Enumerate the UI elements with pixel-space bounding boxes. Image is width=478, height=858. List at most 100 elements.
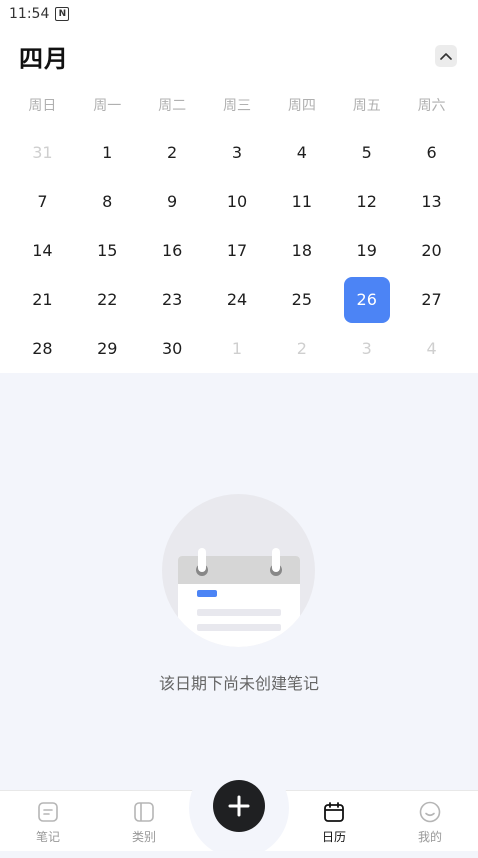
day-number: 12 bbox=[356, 192, 377, 211]
day-number: 20 bbox=[421, 241, 442, 260]
calendar-day[interactable]: 4 bbox=[269, 128, 334, 177]
day-number: 11 bbox=[291, 192, 313, 211]
calendar-day[interactable]: 6 bbox=[399, 128, 464, 177]
calendar-day[interactable]: 2 bbox=[269, 324, 334, 373]
day-number: 10 bbox=[226, 192, 248, 211]
calendar-day[interactable]: 18 bbox=[269, 226, 334, 275]
day-number: 24 bbox=[226, 290, 248, 309]
collapse-calendar-button[interactable] bbox=[435, 45, 457, 67]
calendar-day[interactable]: 20 bbox=[399, 226, 464, 275]
plus-icon bbox=[228, 795, 250, 817]
tab-profile[interactable]: 我的 bbox=[382, 791, 478, 851]
empty-state-text: 该日期下尚未创建笔记 bbox=[158, 674, 319, 693]
day-number: 22 bbox=[97, 290, 118, 309]
empty-calendar-illustration bbox=[162, 494, 315, 647]
tab-label: 日历 bbox=[321, 830, 346, 844]
day-number: 3 bbox=[361, 339, 372, 358]
status-time: 11:54 bbox=[9, 6, 50, 22]
calendar-day[interactable]: 29 bbox=[75, 324, 140, 373]
day-number: 17 bbox=[226, 241, 248, 260]
day-number: 9 bbox=[167, 192, 178, 211]
tab-label: 笔记 bbox=[35, 830, 60, 844]
calendar-day[interactable]: 17 bbox=[205, 226, 270, 275]
day-number: 28 bbox=[32, 339, 53, 358]
profile-icon bbox=[419, 801, 441, 823]
day-number: 2 bbox=[167, 143, 178, 162]
day-number: 19 bbox=[356, 241, 377, 260]
tab-label: 类别 bbox=[131, 830, 156, 844]
note-icon bbox=[38, 802, 58, 822]
weekday-header: 周日 周一 周二 周三 周四 周五 周六 bbox=[10, 95, 464, 119]
tab-notes[interactable]: 笔记 bbox=[0, 791, 96, 851]
calendar-day-selected[interactable]: 26 bbox=[334, 275, 399, 324]
day-number: 4 bbox=[296, 143, 307, 162]
calendar-day[interactable]: 25 bbox=[269, 275, 334, 324]
day-number: 7 bbox=[37, 192, 48, 211]
calendar-day[interactable]: 21 bbox=[10, 275, 75, 324]
calendar-day[interactable]: 30 bbox=[140, 324, 205, 373]
calendar-day[interactable]: 8 bbox=[75, 177, 140, 226]
day-number: 2 bbox=[296, 339, 307, 358]
calendar-day[interactable]: 15 bbox=[75, 226, 140, 275]
calendar-day[interactable]: 7 bbox=[10, 177, 75, 226]
day-number: 6 bbox=[426, 143, 437, 162]
calendar-day[interactable]: 16 bbox=[140, 226, 205, 275]
tab-label: 我的 bbox=[417, 830, 442, 844]
calendar-day[interactable]: 5 bbox=[334, 128, 399, 177]
add-note-button[interactable] bbox=[213, 780, 265, 832]
calendar-grid: 31 1 2 3 4 5 6 7 8 9 10 11 12 13 14 15 16 17 18 19 20 21 22 23 2… bbox=[10, 128, 464, 373]
day-number: 31 bbox=[32, 143, 53, 162]
day-number: 25 bbox=[291, 290, 313, 309]
calendar-day[interactable]: 13 bbox=[399, 177, 464, 226]
calendar-day[interactable]: 3 bbox=[334, 324, 399, 373]
chevron-up-icon bbox=[440, 53, 452, 60]
calendar-day[interactable]: 23 bbox=[140, 275, 205, 324]
calendar-day[interactable]: 22 bbox=[75, 275, 140, 324]
day-number: 16 bbox=[161, 241, 183, 260]
calendar-day[interactable]: 19 bbox=[334, 226, 399, 275]
calendar-day[interactable]: 2 bbox=[140, 128, 205, 177]
category-icon bbox=[134, 802, 154, 822]
day-number: 15 bbox=[97, 241, 118, 260]
weekday-label: 周三 bbox=[222, 98, 251, 114]
calendar-panel: 11:54 N 四月 周日 周一 周二 周三 周四 周五 周六 31 1 2 3 4 5 6 7 8 9 10 1… bbox=[0, 0, 478, 373]
calendar-day[interactable]: 31 bbox=[10, 128, 75, 177]
calendar-day[interactable]: 1 bbox=[205, 324, 270, 373]
day-number: 4 bbox=[426, 339, 437, 358]
calendar-day[interactable]: 27 bbox=[399, 275, 464, 324]
calendar-day[interactable]: 10 bbox=[205, 177, 270, 226]
day-number: 18 bbox=[291, 241, 313, 260]
notification-icon: N bbox=[55, 7, 70, 21]
calendar-day[interactable]: 9 bbox=[140, 177, 205, 226]
day-number: 30 bbox=[161, 339, 183, 358]
day-number: 3 bbox=[231, 143, 243, 162]
day-number: 8 bbox=[102, 192, 113, 211]
calendar-icon bbox=[324, 802, 344, 822]
weekday-label: 周一 bbox=[93, 98, 122, 114]
weekday-label: 周六 bbox=[417, 98, 446, 114]
day-number: 13 bbox=[421, 192, 442, 211]
calendar-day[interactable]: 1 bbox=[75, 128, 140, 177]
calendar-day[interactable]: 4 bbox=[399, 324, 464, 373]
day-number: 1 bbox=[102, 143, 113, 162]
day-number: 14 bbox=[32, 241, 53, 260]
day-number: 5 bbox=[361, 143, 372, 162]
weekday-label: 周二 bbox=[158, 98, 187, 114]
day-number: 23 bbox=[161, 290, 183, 309]
calendar-day[interactable]: 11 bbox=[269, 177, 334, 226]
calendar-day[interactable]: 3 bbox=[205, 128, 270, 177]
calendar-day[interactable]: 12 bbox=[334, 177, 399, 226]
weekday-label: 周四 bbox=[287, 98, 316, 114]
status-bar: 11:54 N bbox=[9, 4, 70, 24]
day-number: 29 bbox=[97, 339, 118, 358]
day-number: 27 bbox=[421, 290, 442, 309]
calendar-day[interactable]: 24 bbox=[205, 275, 270, 324]
calendar-day[interactable]: 28 bbox=[10, 324, 75, 373]
weekday-label: 周五 bbox=[352, 98, 381, 114]
month-title: 四月 bbox=[19, 45, 69, 73]
calendar-day[interactable]: 14 bbox=[10, 226, 75, 275]
tab-category[interactable]: 类别 bbox=[96, 791, 192, 851]
tab-calendar[interactable]: 日历 bbox=[286, 791, 382, 851]
day-number: 21 bbox=[32, 290, 53, 309]
empty-calendar-icon bbox=[162, 494, 315, 647]
